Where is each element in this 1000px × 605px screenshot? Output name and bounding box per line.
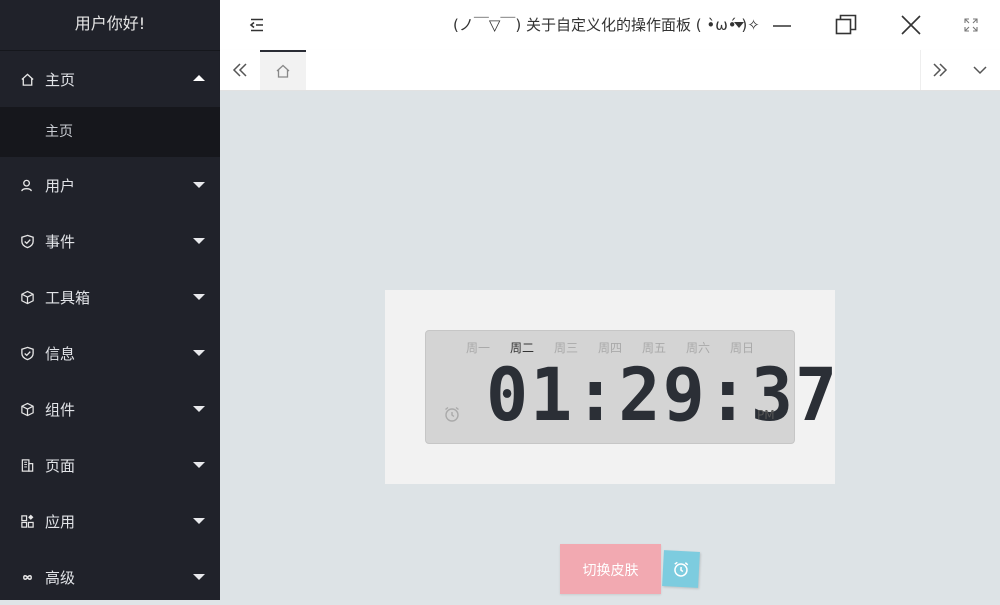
alarm-button[interactable] [662,550,700,588]
sidebar-item-label: 高级 [45,568,76,587]
user-icon [19,177,35,193]
chevron-down-icon [193,350,205,356]
sidebar-item-pages[interactable]: 页面 [0,437,220,493]
chevron-down-icon [193,462,205,468]
sidebar-item-label: 事件 [45,232,76,251]
alarm-icon [443,405,461,427]
cube-icon [19,289,35,305]
sidebar-item-label: 主页 [45,70,76,89]
sidebar-item-home[interactable]: 主页 [0,51,220,107]
restore-icon [835,14,857,35]
alarm-clock-icon [674,561,689,577]
top-bar: (ノ￣▽￣) 关于自定义化的操作面板 ( •̀ω•́ )✧ [220,0,1000,51]
page-title: (ノ￣▽￣) 关于自定义化的操作面板 ( •̀ω•́ )✧ [453,16,760,34]
sidebar-item-users[interactable]: 用户 [0,157,220,213]
tab-bar [220,50,1000,91]
sidebar-item-info[interactable]: 信息 [0,325,220,381]
switch-skin-button[interactable]: 切换皮肤 [560,544,661,594]
chevron-down-icon [193,238,205,244]
shield-icon [19,233,35,249]
clock-ampm: PM [757,408,775,422]
sidebar-item-events[interactable]: 事件 [0,213,220,269]
minimize-icon [773,25,791,27]
title-dropdown-icon[interactable] [734,22,744,28]
user-greeting: 用户你好! [0,0,220,51]
chevron-down-icon [193,518,205,524]
close-icon [901,15,921,35]
apps-icon [19,513,35,529]
double-chevron-right-icon [933,63,948,77]
home-icon [276,64,290,78]
chevron-down-icon [193,574,205,580]
sidebar-item-apps[interactable]: 应用 [0,493,220,549]
tab-menu-button[interactable] [960,50,1000,90]
tab-scroll-left-button[interactable] [220,50,260,90]
clock-card: 周一 周二 周三 周四 周五 周六 周日 01:29:37 PM [385,290,837,484]
double-chevron-left-icon [232,63,247,77]
sidebar-item-label: 应用 [45,512,76,531]
minimize-button[interactable] [752,0,812,50]
fullscreen-button[interactable] [941,0,1000,50]
chevron-down-icon [193,294,205,300]
tab-home[interactable] [260,50,306,90]
menu-collapse-icon[interactable] [248,16,266,34]
sidebar-item-label: 信息 [45,344,76,363]
main-content: 周一 周二 周三 周四 周五 周六 周日 01:29:37 PM 切换皮肤 [220,91,1000,600]
chevron-down-icon [973,66,987,75]
sidebar-item-label: 用户 [45,176,76,195]
close-button[interactable] [881,0,941,50]
sidebar-item-label: 工具箱 [45,288,91,307]
sidebar-item-label: 组件 [45,400,76,419]
sidebar: 用户你好! 主页 主页 用户 事件 工具箱 信息 组件 页面 应用 高级 [0,0,220,600]
sidebar-subitem-home[interactable]: 主页 [0,107,220,157]
sidebar-item-components[interactable]: 组件 [0,381,220,437]
shield-icon [19,345,35,361]
sidebar-item-label: 页面 [45,456,76,475]
chevron-down-icon [193,182,205,188]
digital-clock: 周一 周二 周三 周四 周五 周六 周日 01:29:37 PM [425,330,837,444]
fullscreen-icon [964,18,978,32]
cube-icon [19,401,35,417]
restore-button[interactable] [816,0,876,50]
home-icon [19,71,35,87]
clock-time: 01:29:37 [486,351,840,439]
chevron-down-icon [193,406,205,412]
sidebar-item-toolbox[interactable]: 工具箱 [0,269,220,325]
infinity-icon [19,569,35,585]
chevron-up-icon [193,75,205,81]
tab-scroll-right-button[interactable] [920,50,960,90]
sidebar-item-advanced[interactable]: 高级 [0,549,220,605]
building-icon [19,457,35,473]
